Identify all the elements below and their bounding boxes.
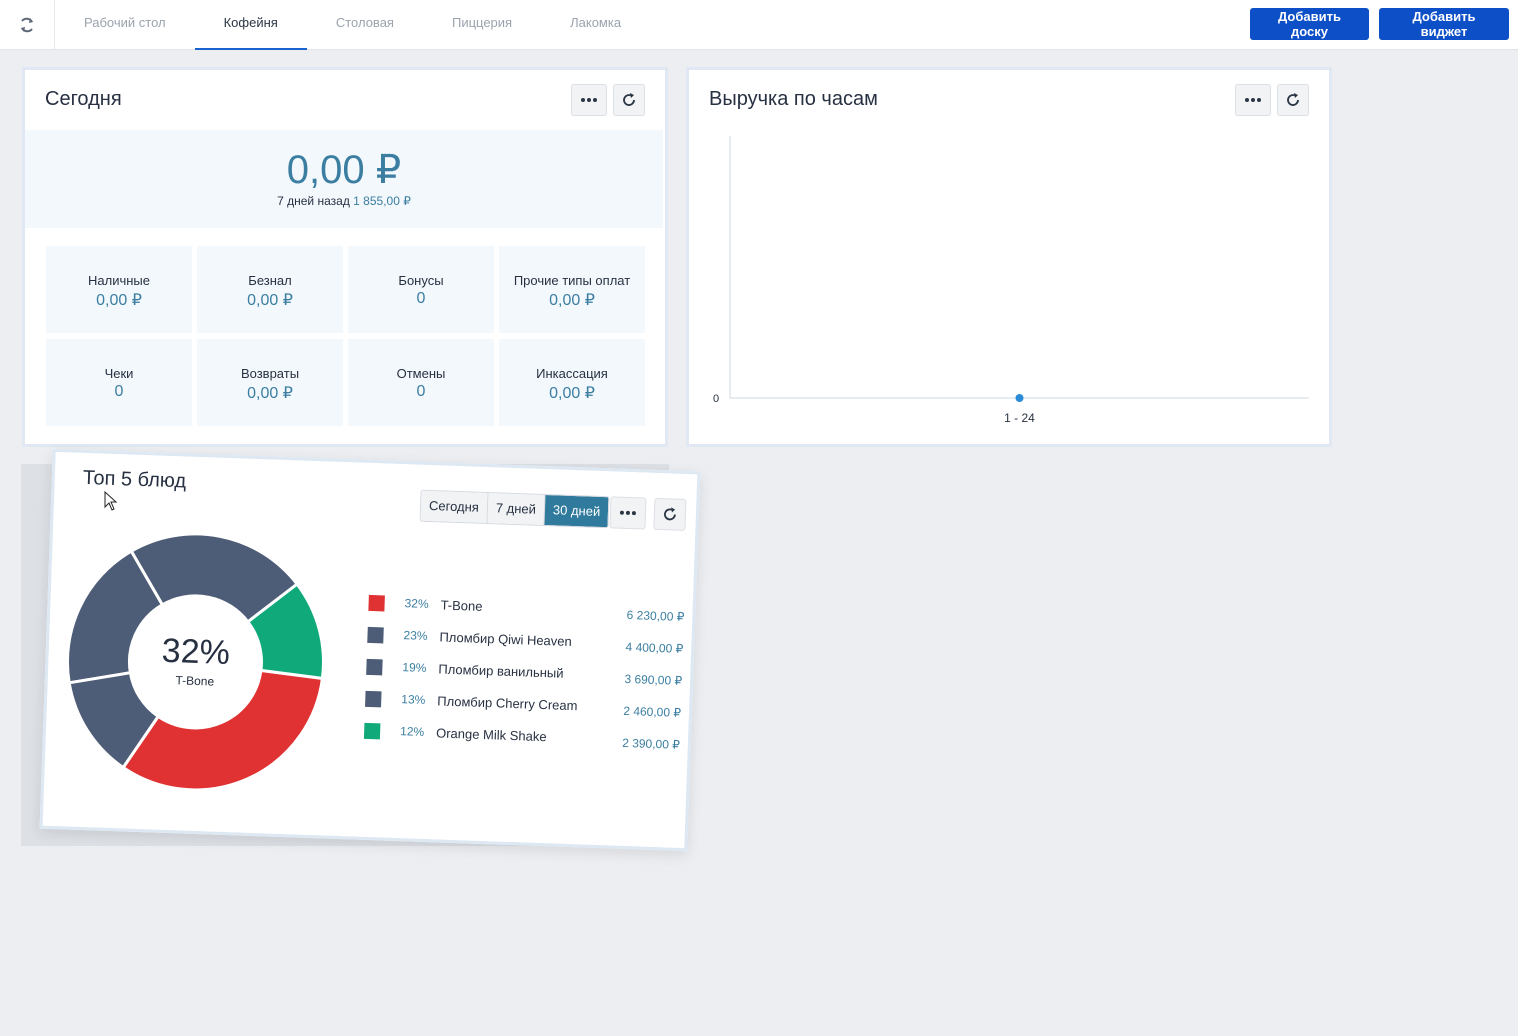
top5-dishes-widget[interactable]: Топ 5 блюд Сегодня 7 дней 30 дней 32% T-… bbox=[39, 448, 701, 852]
period-switch: Сегодня 7 дней 30 дней bbox=[419, 489, 610, 529]
legend-pct: 32% bbox=[404, 596, 429, 612]
add-board-button[interactable]: Добавить доску bbox=[1250, 8, 1369, 40]
legend-item: 12% Orange Milk Shake 2 390,00 ₽ bbox=[363, 721, 681, 752]
metric-label: Чеки bbox=[104, 366, 134, 381]
today-total: 0,00 ₽ bbox=[286, 148, 402, 192]
metric-value: 0,00 ₽ bbox=[247, 385, 293, 402]
tab-desktop[interactable]: Рабочий стол bbox=[55, 0, 195, 50]
legend-item: 13% Пломбир Cherry Cream 2 460,00 ₽ bbox=[365, 689, 682, 720]
hourly-line-chart: 0 1 - 24 bbox=[713, 136, 1309, 425]
metric-cancels: Отмены 0 bbox=[348, 339, 494, 426]
donut-slice[interactable] bbox=[121, 666, 325, 795]
today-summary: 0,00 ₽ 7 дней назад 1 855,00 ₽ bbox=[25, 130, 663, 228]
data-point[interactable] bbox=[1015, 394, 1024, 402]
metric-value: 0 bbox=[114, 383, 124, 400]
metric-other-payments: Прочие типы оплат 0,00 ₽ bbox=[499, 246, 645, 333]
legend-swatch bbox=[368, 594, 385, 612]
widget-title: Сегодня bbox=[45, 88, 122, 110]
metric-label: Бонусы bbox=[398, 273, 444, 288]
metric-label: Наличные bbox=[88, 273, 150, 288]
legend-pct: 12% bbox=[399, 724, 425, 739]
widget-title: Топ 5 блюд bbox=[82, 466, 187, 493]
legend-amount: 3 690,00 ₽ bbox=[624, 671, 683, 688]
metric-value: 0,00 ₽ bbox=[549, 292, 595, 309]
compare-line: 7 дней назад 1 855,00 ₽ bbox=[25, 194, 663, 208]
more-button[interactable] bbox=[571, 84, 607, 116]
metric-collection: Инкассация 0,00 ₽ bbox=[499, 339, 645, 426]
legend-amount: 2 460,00 ₽ bbox=[623, 703, 682, 720]
more-icon bbox=[619, 510, 636, 516]
period-30-days[interactable]: 30 дней bbox=[544, 495, 609, 528]
metric-value: 0 bbox=[416, 383, 426, 400]
legend-swatch bbox=[363, 722, 381, 740]
legend-pct: 13% bbox=[401, 692, 426, 707]
period-today[interactable]: Сегодня bbox=[420, 490, 489, 524]
legend-name: Пломбир Cherry Cream bbox=[437, 693, 578, 714]
metric-label: Возвраты bbox=[240, 366, 300, 381]
sync-icon bbox=[21, 17, 33, 33]
metric-label: Прочие типы оплат bbox=[513, 273, 631, 288]
metric-label: Безнал bbox=[248, 273, 292, 288]
metric-value: 0,00 ₽ bbox=[549, 385, 595, 402]
top-bar: Рабочий стол Кофейня Столовая Пиццерия Л… bbox=[0, 0, 1518, 50]
legend-name: Пломбир ванильный bbox=[438, 661, 564, 681]
metric-cashless: Безнал 0,00 ₽ bbox=[197, 246, 343, 333]
legend-item: 19% Пломбир ванильный 3 690,00 ₽ bbox=[366, 657, 683, 688]
legend-amount: 6 230,00 ₽ bbox=[626, 607, 685, 624]
donut-center-label: T-Bone bbox=[175, 673, 214, 688]
more-icon bbox=[581, 98, 597, 102]
metric-value: 0,00 ₽ bbox=[96, 292, 142, 309]
metric-value: 0,00 ₽ bbox=[247, 292, 293, 309]
legend-name: Orange Milk Shake bbox=[435, 725, 547, 745]
legend-pct: 19% bbox=[402, 660, 427, 675]
legend-swatch bbox=[367, 626, 384, 644]
legend-name: Пломбир Qiwi Heaven bbox=[439, 629, 573, 650]
legend-pct: 23% bbox=[403, 628, 428, 643]
reload-icon bbox=[664, 507, 676, 521]
legend-swatch bbox=[365, 690, 382, 708]
add-widget-button[interactable]: Добавить виджет bbox=[1379, 8, 1509, 40]
tab-lakomka[interactable]: Лакомка bbox=[541, 0, 650, 50]
today-widget: Сегодня 0,00 ₽ 7 дней назад 1 855,00 ₽ Н… bbox=[22, 67, 668, 447]
hourly-revenue-widget: Выручка по часам 0 1 - 24 bbox=[686, 67, 1332, 447]
x-tick-label: 1 - 24 bbox=[1004, 411, 1035, 425]
tab-pizzeria[interactable]: Пиццерия bbox=[423, 0, 541, 50]
legend-item: 32% T-Bone 6 230,00 ₽ bbox=[368, 593, 685, 624]
tab-coffee[interactable]: Кофейня bbox=[194, 0, 307, 50]
compare-value: 1 855,00 ₽ bbox=[353, 194, 411, 208]
metric-value: 0 bbox=[416, 290, 426, 307]
y-tick-label: 0 bbox=[713, 393, 719, 405]
tab-canteen[interactable]: Столовая bbox=[307, 0, 423, 50]
legend-amount: 2 390,00 ₽ bbox=[621, 735, 681, 752]
legend-swatch bbox=[366, 658, 383, 676]
legend-name: T-Bone bbox=[440, 597, 483, 614]
board-tabs: Рабочий стол Кофейня Столовая Пиццерия Л… bbox=[55, 0, 650, 50]
metric-checks: Чеки 0 bbox=[46, 339, 192, 426]
metric-label: Отмены bbox=[396, 366, 446, 381]
compare-label: 7 дней назад bbox=[277, 194, 350, 208]
reload-button[interactable] bbox=[613, 84, 645, 116]
more-button[interactable] bbox=[609, 496, 647, 530]
reload-button[interactable] bbox=[653, 497, 687, 531]
mouse-cursor-icon bbox=[104, 491, 118, 511]
legend-amount: 4 400,00 ₽ bbox=[625, 639, 684, 656]
period-7-days[interactable]: 7 дней bbox=[487, 493, 546, 526]
reload-icon bbox=[623, 93, 635, 106]
metric-cash: Наличные 0,00 ₽ bbox=[46, 246, 192, 333]
metric-returns: Возвраты 0,00 ₽ bbox=[197, 339, 343, 426]
top5-donut-chart: 32% T-Bone bbox=[66, 532, 325, 795]
donut-center-value: 32% bbox=[161, 632, 230, 672]
sync-button[interactable] bbox=[0, 0, 55, 50]
legend-item: 23% Пломбир Qiwi Heaven 4 400,00 ₽ bbox=[367, 625, 684, 656]
metric-label: Инкассация bbox=[536, 366, 608, 381]
metric-bonuses: Бонусы 0 bbox=[348, 246, 494, 333]
